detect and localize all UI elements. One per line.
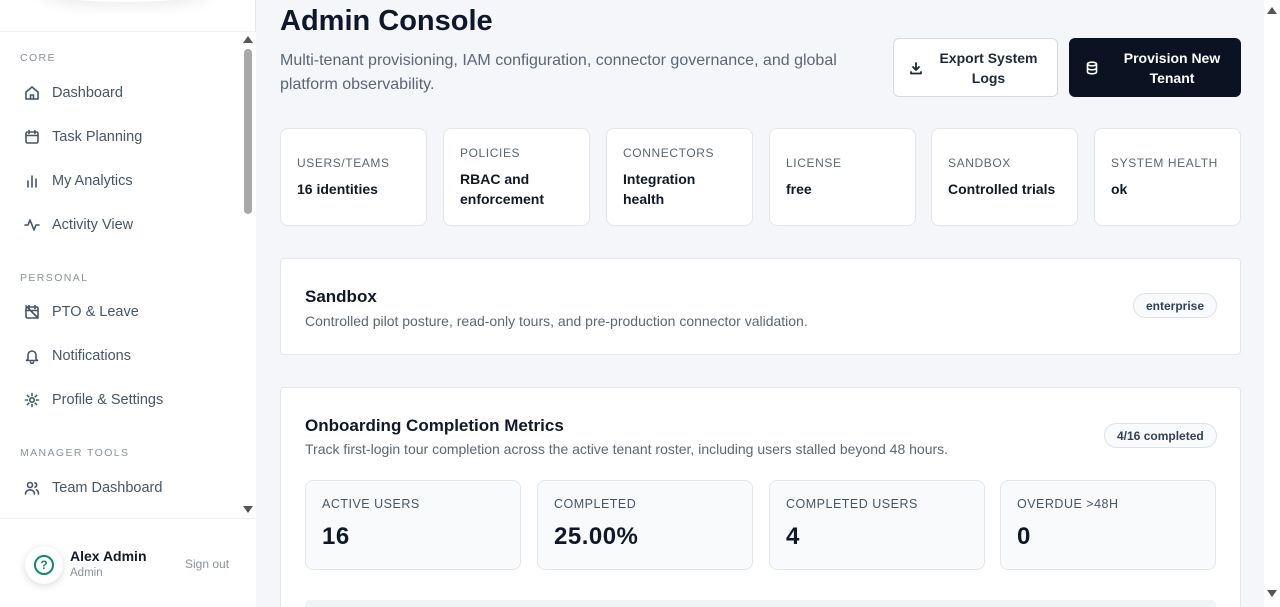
user-role: Admin [70,567,103,579]
user-name: Alex Admin [70,548,147,564]
sidebar-scroll-thumb[interactable] [244,49,252,214]
metric-card-overdue: OVERDUE >48H 0 [1000,480,1216,570]
stat-card-users-teams[interactable]: USERS/TEAMS 16 identities [280,128,427,226]
stat-card-connectors[interactable]: CONNECTORS Integration health [606,128,753,226]
tier-badge: enterprise [1133,293,1218,318]
user-footer: ? Alex Admin Admin Sign out [0,518,256,607]
sidebar-item-team-dashboard[interactable]: Team Dashboard [20,471,230,505]
stat-card-policies[interactable]: POLICIES RBAC and enforcement [443,128,590,226]
section-label-personal: PERSONAL [20,272,89,284]
stat-value: RBAC and enforcement [460,170,545,207]
provision-new-tenant-button[interactable]: Provision New Tenant [1069,38,1241,97]
sidebar-item-label: Activity View [52,217,134,233]
metric-key: OVERDUE >48H [1017,497,1119,511]
users-icon [24,481,40,495]
metric-card-completed: COMPLETED 25.00% [537,480,753,570]
sidebar: CORE Dashboard Task Planning My Analytic… [0,0,256,607]
sidebar-item-profile-settings[interactable]: Profile & Settings [20,383,230,417]
export-system-logs-button[interactable]: Export System Logs [893,38,1058,97]
metric-card-active-users: ACTIVE USERS 16 [305,480,521,570]
section-label-core: CORE [20,52,56,64]
stat-card-sandbox[interactable]: SANDBOX Controlled trials [931,128,1078,226]
sidebar-item-notifications[interactable]: Notifications [20,339,230,373]
provision-button-label: Provision New Tenant [1123,49,1221,86]
stat-card-system-health[interactable]: SYSTEM HEALTH ok [1094,128,1241,226]
metric-key: COMPLETED [554,497,637,511]
calendar-off-icon [25,304,39,319]
database-icon [1086,60,1098,75]
sidebar-item-label: PTO & Leave [52,304,139,320]
metric-key: COMPLETED USERS [786,497,918,511]
onboarding-table-header [305,600,1216,607]
gear-icon [24,392,40,408]
calendar-icon [25,129,39,144]
sidebar-nav: CORE Dashboard Task Planning My Analytic… [0,32,240,518]
download-icon [910,61,922,74]
stat-value: 16 identities [297,180,378,197]
stat-key: CONNECTORS [623,145,715,160]
page-subtitle: Multi-tenant provisioning, IAM configura… [280,52,837,93]
sidebar-item-label: Dashboard [52,85,123,101]
sidebar-item-dashboard[interactable]: Dashboard [20,76,230,110]
sandbox-title: Sandbox [305,287,377,306]
metric-value: 25.00% [554,523,639,550]
stat-key: POLICIES [460,145,521,160]
activity-icon [24,219,40,231]
export-button-label: Export System Logs [939,49,1038,86]
sidebar-item-label: Team Dashboard [52,480,163,496]
sandbox-description: Controlled pilot posture, read-only tour… [305,313,808,329]
sign-out-link[interactable]: Sign out [185,557,229,571]
stat-card-license[interactable]: LICENSE free [769,128,916,226]
sidebar-item-my-analytics[interactable]: My Analytics [20,164,230,198]
metric-value: 0 [1017,523,1031,550]
sidebar-item-task-planning[interactable]: Task Planning [20,120,230,154]
sidebar-item-label: Task Planning [52,129,143,145]
sidebar-item-pto-leave[interactable]: PTO & Leave [20,295,230,329]
bell-icon [25,350,39,364]
scroll-down-arrow-icon[interactable] [243,506,253,513]
section-label-manager-tools: MANAGER TOOLS [20,447,130,459]
sidebar-item-activity-view[interactable]: Activity View [20,208,230,242]
metric-value: 16 [322,523,350,550]
onboarding-description: Track first-login tour completion across… [305,441,949,457]
home-icon [25,86,39,100]
stat-key: LICENSE [786,155,842,170]
stat-value: Integration health [623,170,696,207]
onboarding-metrics-panel: Onboarding Completion Metrics Track firs… [280,387,1241,607]
onboarding-title: Onboarding Completion Metrics [305,416,564,435]
metric-value: 4 [786,523,800,550]
main-scroll-down-arrow-icon[interactable] [1267,590,1277,597]
bar-chart-icon [27,175,37,188]
help-icon: ? [34,555,54,575]
main-scroll-up-arrow-icon[interactable] [1267,7,1277,14]
stat-value: Controlled trials [948,180,1056,197]
sidebar-item-label: Notifications [52,348,131,364]
metric-card-completed-users: COMPLETED USERS 4 [769,480,985,570]
metric-key: ACTIVE USERS [322,497,420,511]
help-button[interactable]: ? [25,546,63,584]
completion-badge: 4/16 completed [1104,423,1217,448]
sidebar-item-label: My Analytics [52,173,133,189]
stat-value: ok [1111,180,1128,197]
main-scrollbar[interactable] [1264,0,1280,607]
sandbox-panel: Sandbox Controlled pilot posture, read-o… [280,258,1241,355]
sidebar-logo-shadow [40,0,210,2]
sidebar-item-label: Profile & Settings [52,392,164,408]
stat-key: SYSTEM HEALTH [1111,155,1218,170]
stat-key: SANDBOX [948,155,1011,170]
stat-key: USERS/TEAMS [297,155,390,170]
page-title: Admin Console [280,5,493,37]
stat-value: free [786,180,812,197]
scroll-up-arrow-icon[interactable] [243,36,253,43]
